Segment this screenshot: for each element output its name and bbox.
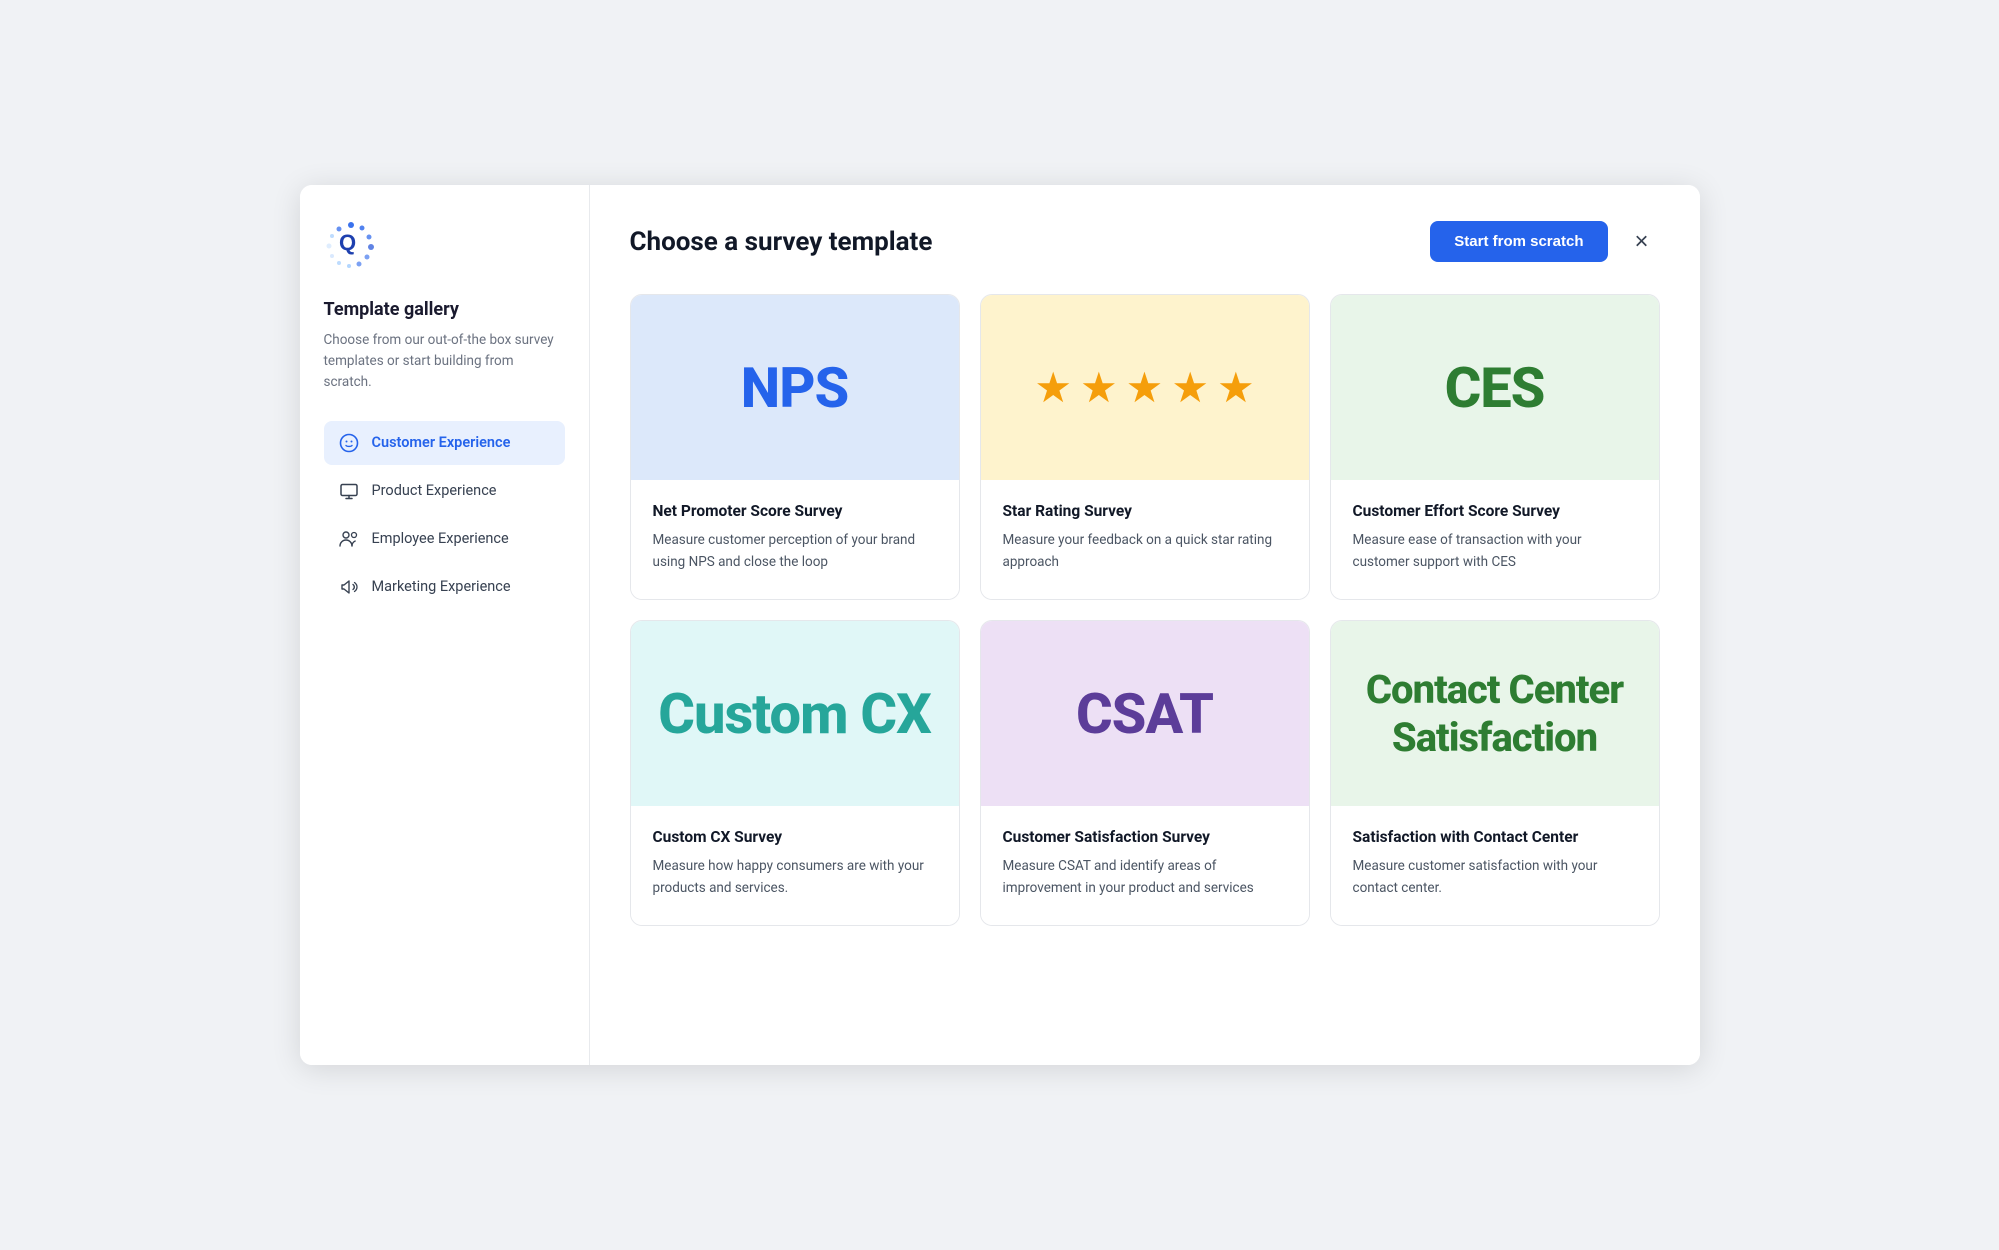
card-image-star: ★ ★ ★ ★ ★ bbox=[981, 295, 1309, 480]
card-name-star: Star Rating Survey bbox=[1003, 502, 1287, 520]
card-name-ces: Customer Effort Score Survey bbox=[1353, 502, 1637, 520]
cx-label: Custom CX bbox=[658, 681, 931, 747]
app-container: Q Template gallery Choose from our out-o… bbox=[300, 185, 1700, 1065]
card-name-cc: Satisfaction with Contact Center bbox=[1353, 828, 1637, 846]
star-3: ★ bbox=[1126, 363, 1164, 413]
card-name-nps: Net Promoter Score Survey bbox=[653, 502, 937, 520]
card-image-csat: CSAT bbox=[981, 621, 1309, 806]
card-image-cc: Contact Center Satisfaction bbox=[1331, 621, 1659, 806]
smiley-icon bbox=[338, 432, 360, 454]
main-content: Choose a survey template Start from scra… bbox=[590, 185, 1700, 1065]
nav-list: Customer Experience Product Experience bbox=[324, 421, 565, 609]
template-card-star-rating[interactable]: ★ ★ ★ ★ ★ Star Rating Survey Measure you… bbox=[980, 294, 1310, 600]
card-image-nps: NPS bbox=[631, 295, 959, 480]
logo: Q bbox=[324, 217, 378, 271]
star-2: ★ bbox=[1080, 363, 1118, 413]
template-card-csat[interactable]: CSAT Customer Satisfaction Survey Measur… bbox=[980, 620, 1310, 926]
card-name-csat: Customer Satisfaction Survey bbox=[1003, 828, 1287, 846]
card-body-cx: Custom CX Survey Measure how happy consu… bbox=[631, 806, 959, 925]
csat-label: CSAT bbox=[1076, 681, 1213, 747]
employees-icon bbox=[338, 528, 360, 550]
card-desc-nps: Measure customer perception of your bran… bbox=[653, 530, 937, 573]
close-button[interactable]: × bbox=[1624, 224, 1660, 260]
sidebar-item-label: Marketing Experience bbox=[372, 578, 511, 595]
cc-label: Contact Center Satisfaction bbox=[1351, 666, 1639, 762]
stars-row: ★ ★ ★ ★ ★ bbox=[1034, 363, 1254, 413]
nps-label: NPS bbox=[741, 355, 848, 421]
card-body-csat: Customer Satisfaction Survey Measure CSA… bbox=[981, 806, 1309, 925]
page-title: Choose a survey template bbox=[630, 227, 933, 257]
template-card-custom-cx[interactable]: Custom CX Custom CX Survey Measure how h… bbox=[630, 620, 960, 926]
card-image-cx: Custom CX bbox=[631, 621, 959, 806]
card-desc-csat: Measure CSAT and identify areas of impro… bbox=[1003, 856, 1287, 899]
megaphone-icon bbox=[338, 576, 360, 598]
card-desc-ces: Measure ease of transaction with your cu… bbox=[1353, 530, 1637, 573]
sidebar-item-employee-experience[interactable]: Employee Experience bbox=[324, 517, 565, 561]
star-1: ★ bbox=[1034, 363, 1072, 413]
star-4: ★ bbox=[1171, 363, 1209, 413]
card-body-nps: Net Promoter Score Survey Measure custom… bbox=[631, 480, 959, 599]
sidebar: Q Template gallery Choose from our out-o… bbox=[300, 185, 590, 1065]
ces-label: CES bbox=[1445, 355, 1545, 421]
star-5: ★ bbox=[1217, 363, 1255, 413]
sidebar-item-product-experience[interactable]: Product Experience bbox=[324, 469, 565, 513]
sidebar-item-marketing-experience[interactable]: Marketing Experience bbox=[324, 565, 565, 609]
sidebar-item-label: Product Experience bbox=[372, 482, 497, 499]
card-desc-cx: Measure how happy consumers are with you… bbox=[653, 856, 937, 899]
card-image-ces: CES bbox=[1331, 295, 1659, 480]
template-card-contact-center[interactable]: Contact Center Satisfaction Satisfaction… bbox=[1330, 620, 1660, 926]
sidebar-item-label: Customer Experience bbox=[372, 434, 511, 451]
sidebar-item-label: Employee Experience bbox=[372, 530, 509, 547]
sidebar-title: Template gallery bbox=[324, 299, 565, 320]
card-desc-cc: Measure customer satisfaction with your … bbox=[1353, 856, 1637, 899]
monitor-icon bbox=[338, 480, 360, 502]
header-actions: Start from scratch × bbox=[1430, 221, 1659, 262]
card-body-ces: Customer Effort Score Survey Measure eas… bbox=[1331, 480, 1659, 599]
template-grid: NPS Net Promoter Score Survey Measure cu… bbox=[630, 294, 1660, 926]
card-body-star: Star Rating Survey Measure your feedback… bbox=[981, 480, 1309, 599]
template-card-ces[interactable]: CES Customer Effort Score Survey Measure… bbox=[1330, 294, 1660, 600]
main-header: Choose a survey template Start from scra… bbox=[630, 221, 1660, 262]
sidebar-description: Choose from our out-of-the box survey te… bbox=[324, 330, 565, 393]
card-name-cx: Custom CX Survey bbox=[653, 828, 937, 846]
card-body-cc: Satisfaction with Contact Center Measure… bbox=[1331, 806, 1659, 925]
card-desc-star: Measure your feedback on a quick star ra… bbox=[1003, 530, 1287, 573]
template-card-nps[interactable]: NPS Net Promoter Score Survey Measure cu… bbox=[630, 294, 960, 600]
sidebar-item-customer-experience[interactable]: Customer Experience bbox=[324, 421, 565, 465]
svg-text:Q: Q bbox=[339, 230, 356, 255]
start-from-scratch-button[interactable]: Start from scratch bbox=[1430, 221, 1607, 262]
